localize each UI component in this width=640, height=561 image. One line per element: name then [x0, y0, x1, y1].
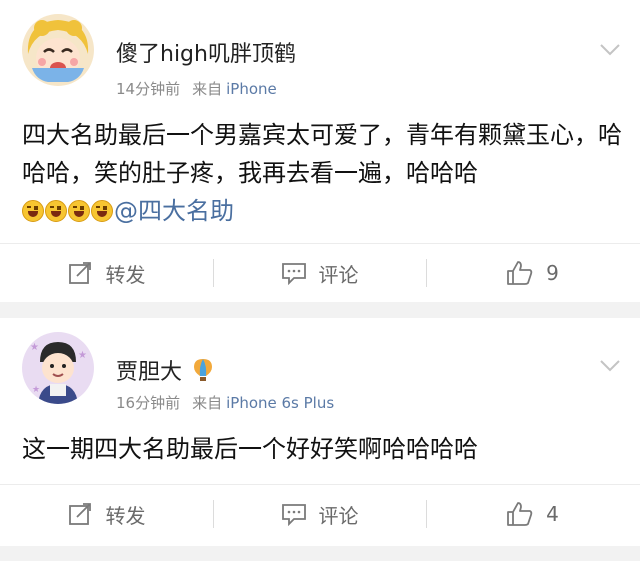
repost-button[interactable]: 转发 [0, 485, 213, 543]
chevron-down-icon[interactable] [598, 42, 622, 58]
laughing-emoji-icon [91, 200, 113, 222]
comment-label: 评论 [318, 503, 359, 528]
hot-air-balloon-icon [194, 359, 213, 381]
post-meta: 16分钟前 来自 iPhone 6s Plus [116, 392, 334, 413]
repost-label: 转发 [105, 262, 146, 287]
svg-text:★: ★ [30, 342, 39, 353]
comment-button[interactable]: 评论 [213, 244, 426, 302]
post-source[interactable]: iPhone [226, 80, 277, 98]
post-meta: 14分钟前 来自 iPhone [116, 78, 277, 99]
mention-link[interactable]: @四大名助 [114, 197, 234, 225]
repost-label: 转发 [105, 503, 146, 528]
post-text: 四大名助最后一个男嘉宾太可爱了，青年有颗黛玉心，哈哈哈，笑的肚子疼，我再去看一遍… [22, 116, 622, 230]
comment-icon [281, 263, 306, 285]
svg-text:★: ★ [78, 350, 87, 361]
comment-button[interactable]: 评论 [213, 485, 426, 543]
action-bar: 转发 评论 9 [0, 243, 640, 302]
comment-label: 评论 [318, 262, 359, 287]
post-text: 这一期四大名助最后一个好好笑啊哈哈哈哈 [22, 430, 622, 468]
avatar[interactable]: ★ ★ ★ [22, 332, 94, 404]
repost-icon [68, 503, 91, 525]
username-text: 贾胆大 [116, 360, 183, 385]
post-card: 傻了high叽胖顶鹤 14分钟前 来自 iPhone 四大名助最后一个男嘉宾太可爱了… [0, 0, 640, 302]
comment-icon [281, 504, 306, 526]
thumbs-up-icon [507, 502, 533, 526]
post-card: ★ ★ ★ 贾胆大 16分钟前 来自 iPhone 6s Plus 这一期四大名助最… [0, 318, 640, 546]
like-button[interactable]: 4 [426, 485, 639, 543]
laughing-emoji-icon [45, 200, 67, 222]
post-text-content: 四大名助最后一个男嘉宾太可爱了，青年有颗黛玉心，哈哈哈，笑的肚子疼，我再去看一遍… [22, 121, 622, 187]
chevron-down-icon[interactable] [598, 358, 622, 374]
like-count: 9 [546, 261, 559, 285]
source-label: 来自 [192, 394, 223, 412]
laughing-emoji-icon [68, 200, 90, 222]
post-time: 14分钟前 [116, 80, 181, 98]
username[interactable]: 傻了high叽胖顶鹤 [116, 36, 296, 68]
post-time: 16分钟前 [116, 394, 181, 412]
svg-text:★: ★ [32, 385, 40, 395]
post-source[interactable]: iPhone 6s Plus [226, 394, 334, 412]
like-button[interactable]: 9 [426, 244, 639, 302]
laughing-emoji-icon [22, 200, 44, 222]
repost-icon [68, 262, 91, 284]
post-text-content: 这一期四大名助最后一个好好笑啊哈哈哈哈 [22, 435, 478, 463]
username[interactable]: 贾胆大 [116, 354, 213, 386]
repost-button[interactable]: 转发 [0, 244, 213, 302]
avatar[interactable] [22, 14, 94, 86]
source-label: 来自 [192, 80, 223, 98]
thumbs-up-icon [507, 261, 533, 285]
action-bar: 转发 评论 4 [0, 484, 640, 543]
like-count: 4 [546, 502, 559, 526]
